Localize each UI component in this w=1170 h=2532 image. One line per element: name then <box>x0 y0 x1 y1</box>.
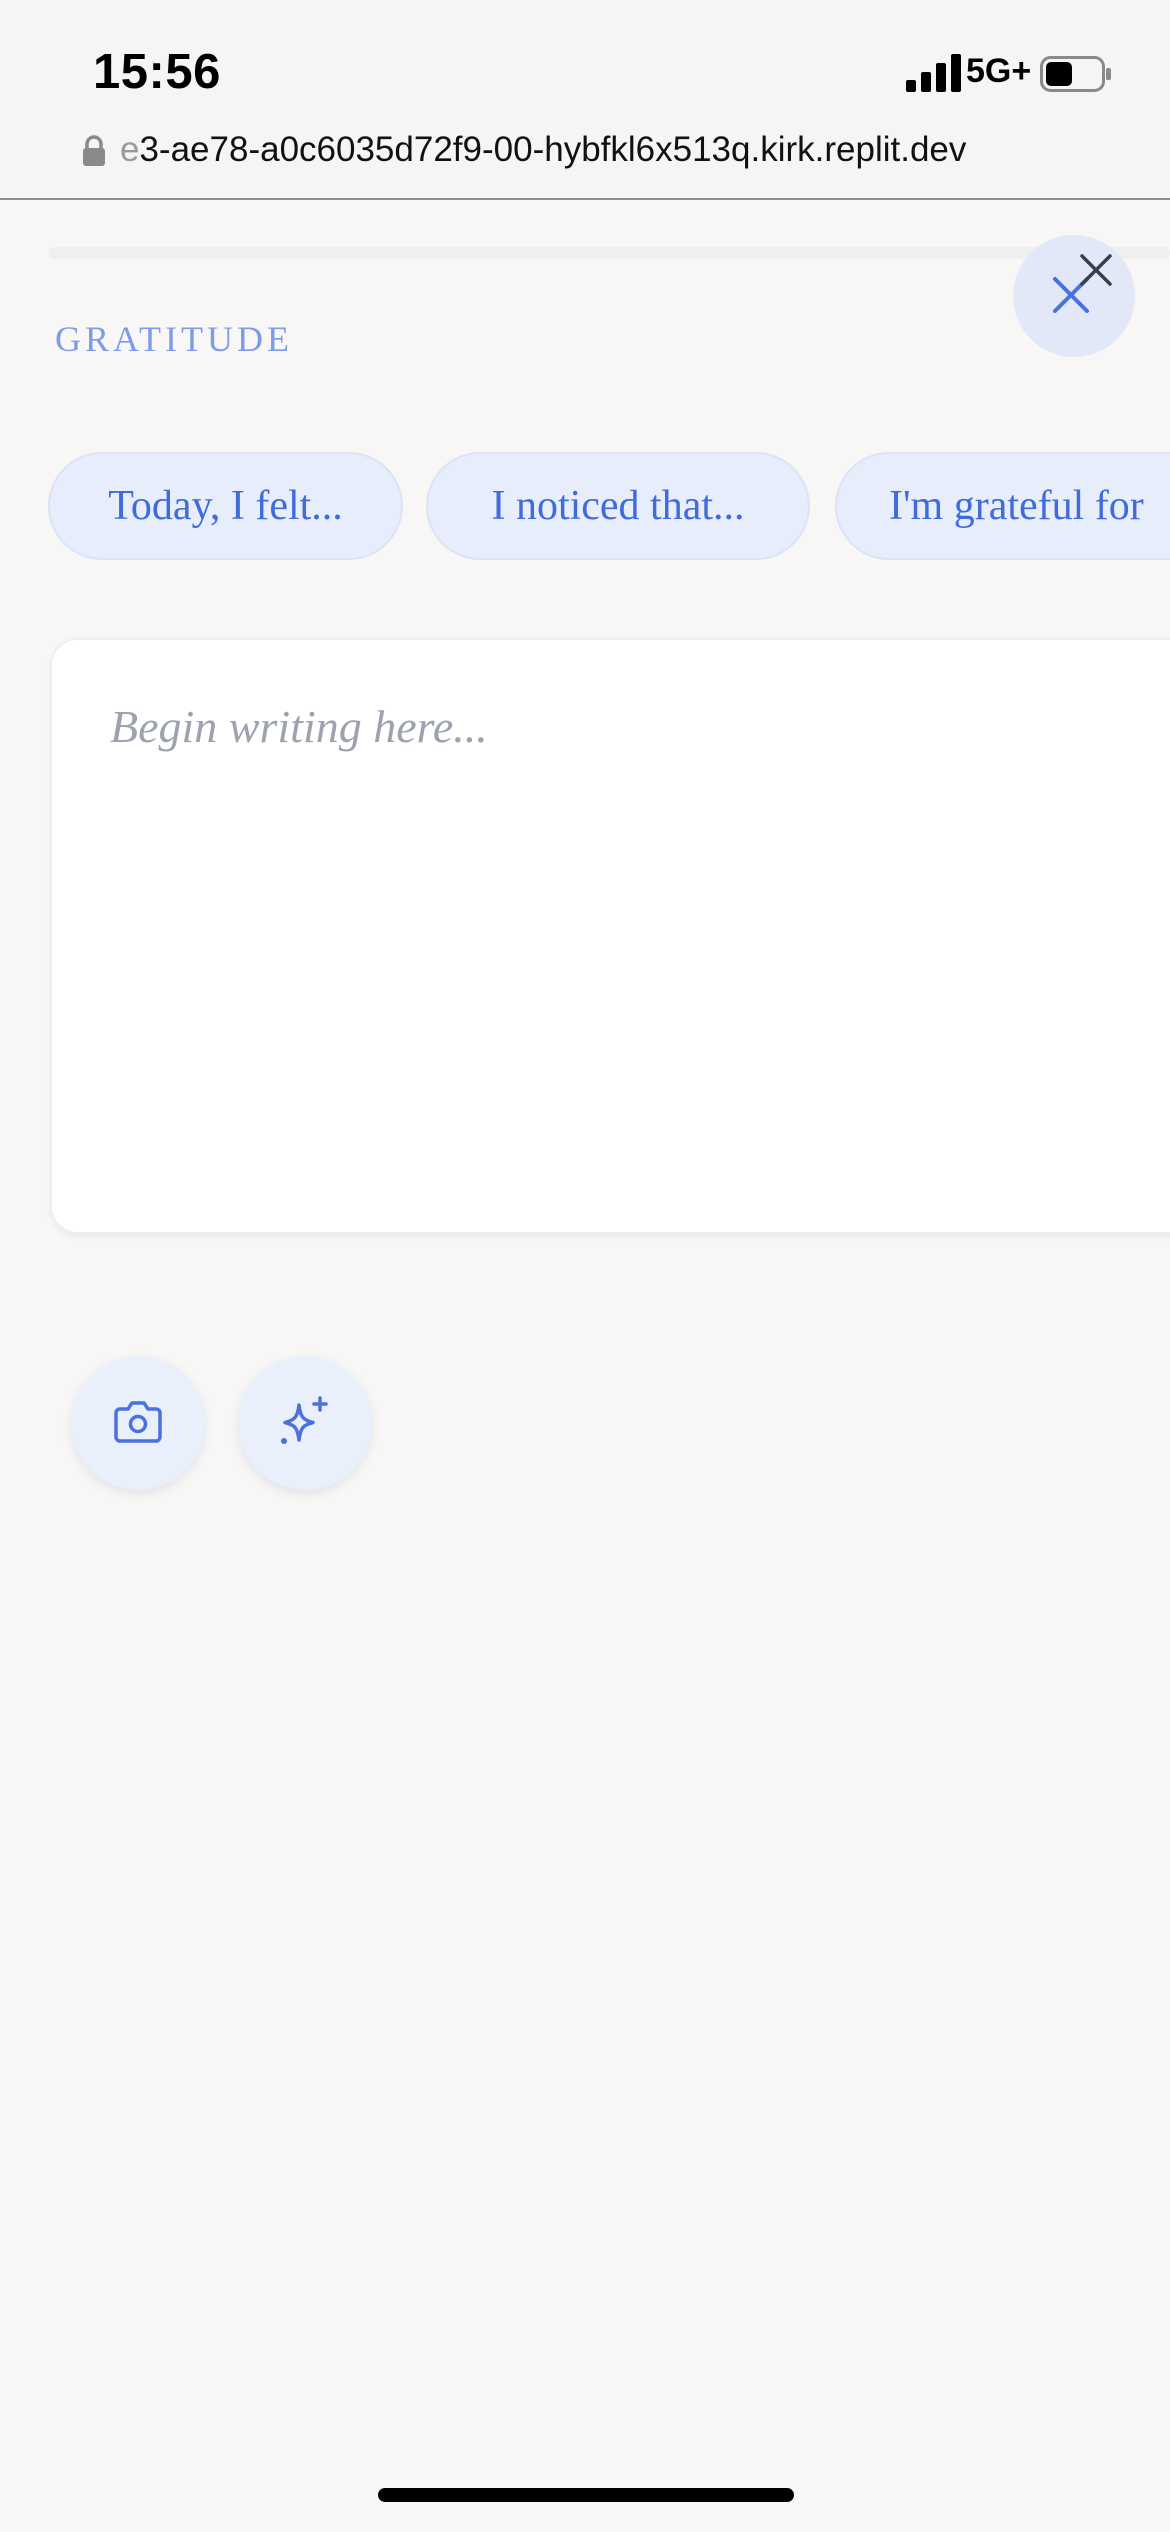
sparkle-icon <box>281 1396 328 1444</box>
ai-suggest-button[interactable] <box>238 1356 372 1490</box>
close-overlay-icon <box>1080 254 1112 286</box>
network-type: 5G+ <box>966 52 1032 90</box>
journal-screen: GRATITUDE Today, I felt... I noticed tha… <box>0 200 1170 2532</box>
lock-icon <box>83 135 105 166</box>
status-time: 15:56 <box>93 45 221 99</box>
signal-icon <box>906 54 961 92</box>
close-button[interactable] <box>1013 235 1135 357</box>
prompt-chip-im-grateful-for[interactable]: I'm grateful for <box>835 452 1170 560</box>
url-text[interactable]: e3-ae78-a0c6035d72f9-00-hybfkl6x513q.kir… <box>120 130 966 170</box>
url-faded-prefix: e <box>120 130 140 169</box>
prompt-chip-i-noticed-that[interactable]: I noticed that... <box>426 452 810 560</box>
status-bar: 15:56 5G+ <box>0 0 1170 130</box>
url-main: 3-ae78-a0c6035d72f9-00-hybfkl6x513q.kirk… <box>139 130 967 169</box>
journal-editor <box>50 638 1170 1234</box>
journal-entry-input[interactable] <box>110 700 1170 1180</box>
browser-url-bar[interactable]: e3-ae78-a0c6035d72f9-00-hybfkl6x513q.kir… <box>0 120 1170 200</box>
progress-track <box>48 247 1170 259</box>
section-label: GRATITUDE <box>55 319 293 359</box>
battery-icon <box>1040 56 1111 92</box>
camera-icon <box>114 1401 162 1443</box>
home-indicator <box>378 2488 794 2502</box>
prompt-chip-today-i-felt[interactable]: Today, I felt... <box>48 452 403 560</box>
add-photo-button[interactable] <box>71 1356 205 1490</box>
